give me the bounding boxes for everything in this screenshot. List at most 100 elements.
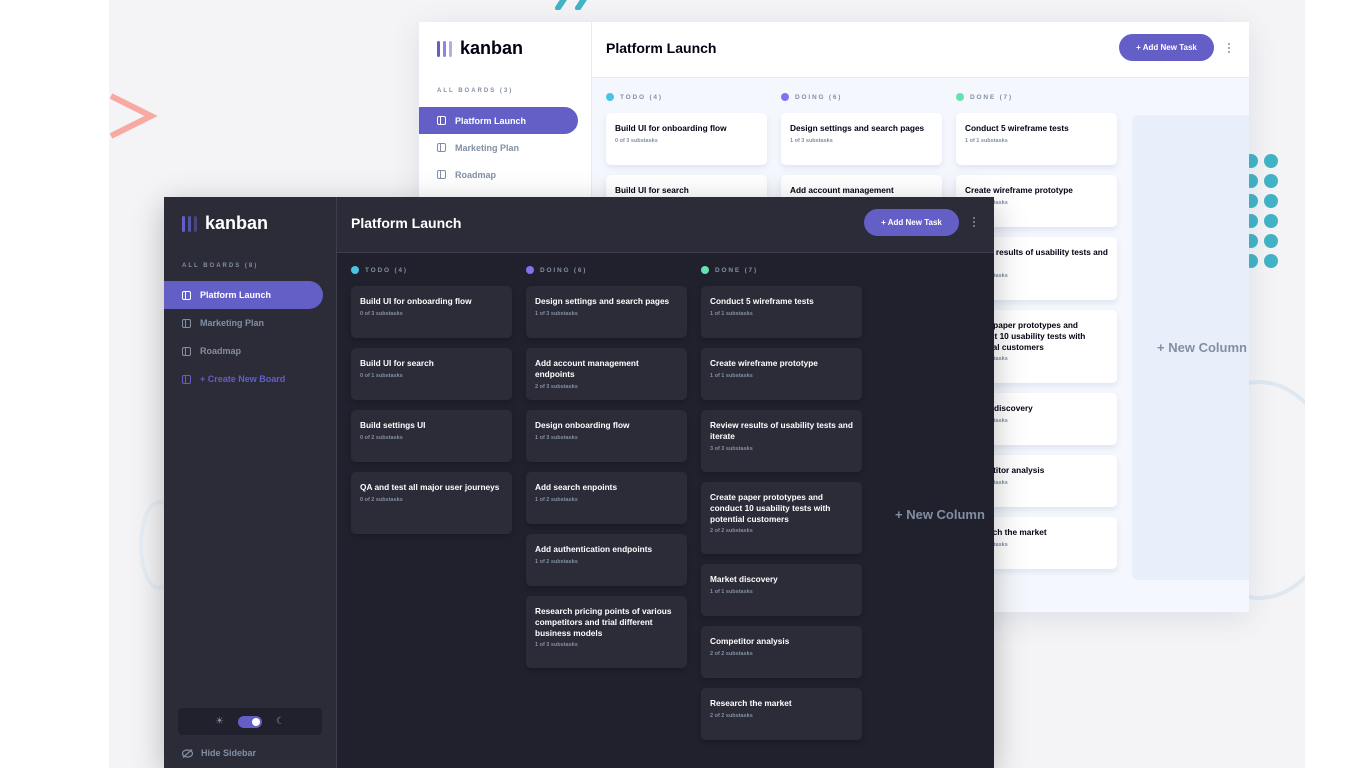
task-title: Research the market xyxy=(710,698,792,708)
eye-slash-icon xyxy=(182,748,193,758)
sidebar-item-label: Marketing Plan xyxy=(200,318,265,328)
sidebar-item-marketing-plan[interactable]: Marketing Plan xyxy=(164,309,323,337)
task-card[interactable]: QA and test all major user journeys 0 of … xyxy=(351,472,512,534)
dark-theme-window: kanban ALL BOARDS (8) Platform Launch Ma… xyxy=(164,197,994,768)
board-icon xyxy=(437,170,446,179)
column-heading: DOING (6) xyxy=(781,91,942,103)
theme-toggle: ☀ ☾ xyxy=(178,708,322,735)
task-card[interactable]: Add search enpoints 1 of 2 substasks xyxy=(526,472,687,524)
column-heading: DONE (7) xyxy=(701,264,862,276)
column-doing: DOING (6) Design settings and search page… xyxy=(526,264,687,668)
new-column-button[interactable]: + New Column xyxy=(1132,115,1249,580)
sidebar: kanban ALL BOARDS (8) Platform Launch Ma… xyxy=(164,197,337,768)
subtask-count: 2 of 2 substasks xyxy=(710,712,753,719)
kanban-logo-icon xyxy=(437,40,452,57)
new-column-button[interactable]: + New Column xyxy=(895,507,985,522)
subtask-count: 1 of 1 substasks xyxy=(965,137,1008,144)
create-board-label: + Create New Board xyxy=(200,374,286,384)
board-title: Platform Launch xyxy=(606,40,717,56)
task-card[interactable]: Conduct 5 wireframe tests 1 of 1 substask… xyxy=(956,113,1117,165)
status-dot-icon xyxy=(351,266,359,274)
column-heading-label: DOING (6) xyxy=(795,93,843,101)
board-nav: Platform Launch Marketing Plan Roadmap +… xyxy=(164,281,323,393)
task-title: Add account management endpoints xyxy=(535,358,639,379)
hide-sidebar-button[interactable]: Hide Sidebar xyxy=(182,748,256,758)
task-card[interactable]: Build settings UI 0 of 2 substasks xyxy=(351,410,512,462)
board-icon xyxy=(182,374,191,384)
sidebar-item-marketing-plan[interactable]: Marketing Plan xyxy=(419,134,578,161)
squiggle-decoration-icon xyxy=(555,0,587,10)
column-heading-label: TODO (4) xyxy=(365,266,408,274)
subtask-count: 0 of 2 substasks xyxy=(360,434,403,441)
task-card[interactable]: Research the market 2 of 2 substasks xyxy=(701,688,862,740)
subtask-count: 1 of 3 substasks xyxy=(535,434,578,441)
sidebar-item-platform-launch[interactable]: Platform Launch xyxy=(419,107,578,134)
sidebar-item-platform-launch[interactable]: Platform Launch xyxy=(164,281,323,309)
subtask-count: 2 of 2 substasks xyxy=(710,528,753,535)
task-card[interactable]: Design settings and search pages 1 of 3 s… xyxy=(526,286,687,338)
column-heading: DONE (7) xyxy=(956,91,1117,103)
create-new-board-button[interactable]: + Create New Board xyxy=(164,365,323,393)
more-options-icon[interactable] xyxy=(1228,43,1230,53)
subtask-count: 1 of 2 substasks xyxy=(535,496,578,503)
add-new-task-button[interactable]: + Add New Task xyxy=(864,209,959,236)
task-title: Review results of usability tests and it… xyxy=(710,420,853,441)
task-card[interactable]: Add account management endpoints 2 of 3 s… xyxy=(526,348,687,400)
theme-switch[interactable] xyxy=(238,715,262,728)
more-options-icon[interactable] xyxy=(973,217,975,227)
task-title: Design onboarding flow xyxy=(535,420,630,430)
task-title: Build UI for search xyxy=(360,358,434,368)
subtask-count: 1 of 1 substasks xyxy=(710,372,753,379)
column-heading-label: DONE (7) xyxy=(715,266,758,274)
sidebar-item-roadmap[interactable]: Roadmap xyxy=(164,337,323,365)
task-card[interactable]: Market discovery 1 of 1 substasks xyxy=(701,564,862,616)
task-card[interactable]: Competitor analysis 2 of 2 substasks xyxy=(701,626,862,678)
status-dot-icon xyxy=(701,266,709,274)
add-new-task-button[interactable]: + Add New Task xyxy=(1119,34,1214,61)
task-card[interactable]: Build UI for onboarding flow 0 of 3 subst… xyxy=(351,286,512,338)
task-card[interactable]: Design settings and search pages 1 of 3 s… xyxy=(781,113,942,165)
task-card[interactable]: Research pricing points of various compe… xyxy=(526,596,687,668)
task-title: Market discovery xyxy=(710,574,778,584)
task-title: Create paper prototypes and conduct 10 u… xyxy=(710,492,831,524)
task-card[interactable]: Create wireframe prototype 1 of 1 substas… xyxy=(701,348,862,400)
board-title: Platform Launch xyxy=(351,215,462,231)
task-title: Competitor analysis xyxy=(710,636,790,646)
sidebar-item-label: Roadmap xyxy=(200,346,242,356)
column-todo: TODO (4) Build UI for onboarding flow 0 of… xyxy=(351,264,512,534)
task-card[interactable]: Build UI for search 0 of 1 substasks xyxy=(351,348,512,400)
task-card[interactable]: Conduct 5 wireframe tests 1 of 1 substask… xyxy=(701,286,862,338)
sidebar-item-label: Platform Launch xyxy=(455,115,527,126)
task-title: Conduct 5 wireframe tests xyxy=(710,296,814,306)
task-card[interactable]: Add authentication endpoints 1 of 2 subst… xyxy=(526,534,687,586)
logo: kanban xyxy=(437,38,523,59)
column-done: DONE (7) Conduct 5 wireframe tests 1 of 1 … xyxy=(701,264,862,740)
task-title: Build UI for search xyxy=(615,185,689,195)
subtask-count: 1 of 3 substasks xyxy=(535,642,578,649)
header: Platform Launch + Add New Task xyxy=(337,197,994,253)
board-icon xyxy=(437,143,446,152)
sidebar-item-roadmap[interactable]: Roadmap xyxy=(419,161,578,188)
sun-icon: ☀ xyxy=(215,716,224,727)
subtask-count: 2 of 2 substasks xyxy=(710,650,753,657)
board-icon xyxy=(182,290,191,300)
task-title: Create wireframe prototype xyxy=(965,185,1073,195)
task-title: Conduct 5 wireframe tests xyxy=(965,123,1069,133)
header: Platform Launch + Add New Task xyxy=(592,22,1249,78)
subtask-count: 2 of 3 substasks xyxy=(535,383,578,390)
task-title: QA and test all major user journeys xyxy=(360,482,500,492)
board-icon xyxy=(182,346,191,356)
task-card[interactable]: Review results of usability tests and it… xyxy=(701,410,862,472)
task-card[interactable]: Create paper prototypes and conduct 10 u… xyxy=(701,482,862,554)
sidebar-item-label: Marketing Plan xyxy=(455,142,520,153)
subtask-count: 1 of 1 substasks xyxy=(710,310,753,317)
status-dot-icon xyxy=(526,266,534,274)
task-card[interactable]: Build UI for onboarding flow 0 of 3 subst… xyxy=(606,113,767,165)
column-heading-label: TODO (4) xyxy=(620,93,663,101)
task-title: Research pricing points of various compe… xyxy=(535,606,672,638)
logo: kanban xyxy=(182,213,268,234)
task-card[interactable]: Design onboarding flow 1 of 3 substasks xyxy=(526,410,687,462)
hide-sidebar-label: Hide Sidebar xyxy=(201,748,257,758)
task-title: Design settings and search pages xyxy=(535,296,670,306)
subtask-count: 3 of 3 substasks xyxy=(710,445,753,452)
